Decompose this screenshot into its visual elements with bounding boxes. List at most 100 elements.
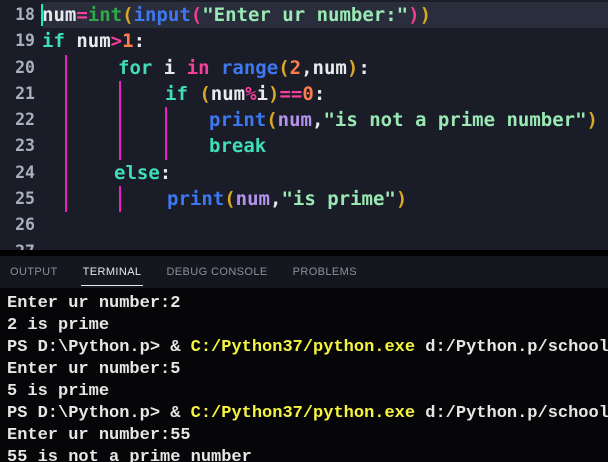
code-token-str: "Enter ur number:" [202, 4, 408, 26]
code-token-punc: , [312, 109, 323, 131]
code-token-op: in [187, 57, 221, 79]
code-editor[interactable]: 18num=int(input("Enter ur number:"))19if… [0, 0, 608, 250]
code-token-br2: ( [191, 4, 202, 26]
line-number: 24 [0, 160, 42, 186]
terminal-line: Enter ur number:5 [7, 359, 608, 381]
terminal-text: PS D:\Python.p> & [7, 404, 191, 423]
code-token-op: = [76, 4, 87, 26]
code-line-text: print(num,"is prime") [42, 186, 608, 212]
indent-guide [65, 81, 67, 107]
indent-guide [119, 81, 121, 107]
terminal-line: PS D:\Python.p> & C:/Python37/python.exe… [7, 403, 608, 425]
code-token-str: "is not a prime number" [323, 109, 586, 131]
code-line[interactable]: 24else: [0, 160, 608, 186]
indent-guide [119, 133, 121, 159]
code-token-br1: ( [278, 57, 289, 79]
line-number: 19 [0, 28, 42, 54]
indent-guide [119, 186, 121, 212]
code-line[interactable]: 19if num>1: [0, 28, 608, 54]
line-number: 25 [0, 186, 42, 212]
code-token-var: num [211, 83, 245, 105]
code-line[interactable]: 23break [0, 133, 608, 159]
code-line[interactable]: 26 [0, 212, 608, 238]
line-number: 27 [0, 239, 42, 250]
code-line[interactable]: 27 [0, 239, 608, 250]
panel-tabs: OUTPUT TERMINAL DEBUG CONSOLE PROBLEMS [0, 256, 608, 288]
code-token-op: > [111, 30, 122, 52]
code-token-str: "is prime" [281, 188, 395, 210]
code-token-kw: if [42, 30, 76, 52]
code-line-text: break [42, 133, 608, 159]
indent-guide [119, 107, 121, 133]
terminal-text: Enter ur number:5 [7, 360, 180, 379]
code-line-text: if (num%i)==0: [42, 81, 608, 107]
text-cursor [41, 4, 43, 26]
code-token-br2: ) [408, 4, 419, 26]
terminal-text: PS D:\Python.p> & [7, 338, 191, 357]
tab-output[interactable]: OUTPUT [8, 257, 60, 286]
code-token-punc: : [134, 30, 145, 52]
code-token-green: int [88, 4, 122, 26]
indent-guide [165, 133, 167, 159]
code-token-br1: ) [347, 57, 358, 79]
code-token-br1: ) [268, 83, 279, 105]
terminal-text: 55 is not a prime number [7, 448, 252, 462]
terminal-text: 2 is prime [7, 316, 109, 335]
code-token-punc: , [270, 188, 281, 210]
code-line-text: for i in range(2,num): [42, 55, 608, 81]
command-path: C:/Python37/python.exe [191, 338, 415, 357]
code-token-op: % [245, 83, 256, 105]
terminal-line: 2 is prime [7, 315, 608, 337]
code-token-var: i [164, 57, 187, 79]
indent-guide [65, 186, 67, 212]
line-number: 22 [0, 107, 42, 133]
terminal-line: PS D:\Python.p> & C:/Python37/python.exe… [7, 337, 608, 359]
code-line[interactable]: 25print(num,"is prime") [0, 186, 608, 212]
code-token-fn: range [221, 57, 278, 79]
code-token-number: 0 [302, 83, 313, 105]
indent-guide [65, 107, 67, 133]
code-token-fn: print [167, 188, 224, 210]
code-token-br1: ) [587, 109, 598, 131]
code-line-text [42, 212, 608, 238]
code-line-text: else: [42, 160, 608, 186]
tab-problems[interactable]: PROBLEMS [291, 257, 359, 286]
code-line-text: print(num,"is not a prime number") [42, 107, 608, 133]
code-line[interactable]: 20for i in range(2,num): [0, 55, 608, 81]
code-line[interactable]: 21if (num%i)==0: [0, 81, 608, 107]
code-line[interactable]: 22print(num,"is not a prime number") [0, 107, 608, 133]
terminal-text: Enter ur number:55 [7, 426, 191, 445]
code-token-br1: ( [266, 109, 277, 131]
code-line-text: if num>1: [42, 28, 608, 54]
code-token-br1: ) [396, 188, 407, 210]
code-token-number: 2 [290, 57, 301, 79]
terminal-line: Enter ur number:55 [7, 425, 608, 447]
command-path: C:/Python37/python.exe [191, 404, 415, 423]
line-number: 18 [0, 2, 42, 28]
code-token-kw: else [114, 162, 160, 184]
code-line[interactable]: 18num=int(input("Enter ur number:")) [0, 2, 608, 28]
code-token-op: == [279, 83, 302, 105]
code-token-kw: for [118, 57, 164, 79]
indent-guide [65, 133, 67, 159]
tab-terminal[interactable]: TERMINAL [81, 257, 144, 286]
code-token-var: num [42, 4, 76, 26]
code-token-punc: , [301, 57, 312, 79]
code-token-br1: ( [122, 4, 133, 26]
line-number: 23 [0, 133, 42, 159]
line-number: 20 [0, 55, 42, 81]
tab-debug-console[interactable]: DEBUG CONSOLE [164, 257, 269, 286]
code-token-kw: if [165, 83, 199, 105]
code-token-fn: print [209, 109, 266, 131]
code-token-var: i [257, 83, 268, 105]
terminal-text: Enter ur number:2 [7, 294, 180, 313]
code-token-arg: num [236, 188, 270, 210]
code-token-var: num [76, 30, 110, 52]
terminal-line: 55 is not a prime number [7, 447, 608, 462]
code-line-text [42, 239, 608, 250]
terminal-output[interactable]: Enter ur number:2 2 is prime PS D:\Python.… [0, 288, 608, 462]
terminal-text: d:/Python.p/school/p [415, 404, 608, 423]
terminal-text: 5 is prime [7, 382, 109, 401]
code-line-text: num=int(input("Enter ur number:")) [42, 2, 608, 28]
indent-guide [65, 160, 67, 186]
